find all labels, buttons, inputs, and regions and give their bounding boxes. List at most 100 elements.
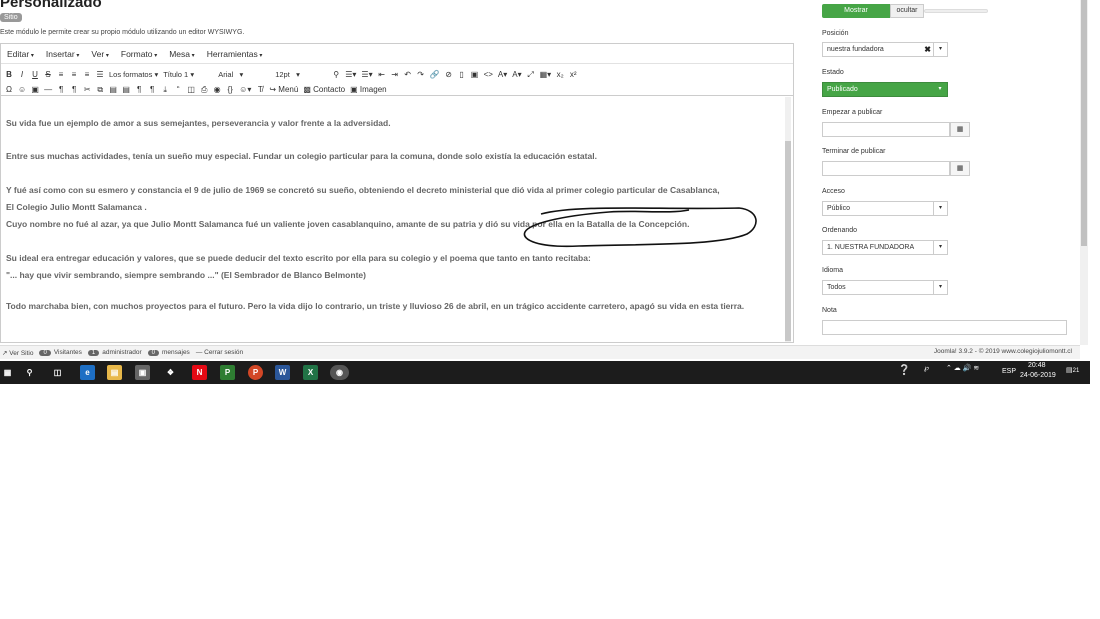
visitors-status[interactable]: 0 Visitantes — [39, 349, 82, 356]
emoticon-icon[interactable]: ☺ — [18, 85, 26, 94]
calendar-icon[interactable]: ▦ — [950, 161, 970, 176]
visual-chars-icon[interactable]: ¶ — [148, 85, 156, 94]
bullet-list-icon[interactable]: ☰▾ — [345, 70, 356, 79]
clock-date[interactable]: 24-06-2019 — [1020, 372, 1056, 379]
menu-editar[interactable]: Editar — [7, 49, 34, 59]
editor-scrollbar[interactable] — [785, 97, 791, 342]
media-icon[interactable]: ▣ — [31, 85, 39, 94]
heading-dropdown[interactable]: Título 1 ▾ — [163, 70, 213, 79]
nota-input[interactable] — [822, 320, 1067, 335]
windows-start-icon[interactable]: ▦ — [0, 365, 15, 380]
emoji-icon[interactable]: ☺▾ — [239, 85, 251, 94]
clear-format-icon[interactable]: T̸ — [256, 85, 264, 94]
menu-item-button[interactable]: ↪ Menú — [269, 85, 298, 94]
numbered-list-icon[interactable]: ☰▾ — [361, 70, 372, 79]
image-button[interactable]: ▣ Imagen — [350, 85, 386, 94]
start-publish-input[interactable] — [822, 122, 950, 137]
hide-toggle-button[interactable]: ocultar — [890, 4, 924, 18]
copy-icon[interactable]: ⧉ — [96, 85, 104, 95]
toggle-slider[interactable] — [924, 9, 988, 13]
cut-icon[interactable]: ✂ — [83, 85, 91, 94]
outdent-icon[interactable]: ⇤ — [378, 70, 386, 79]
excel-icon[interactable]: X — [303, 365, 318, 380]
netflix-icon[interactable]: N — [192, 365, 207, 380]
table-icon[interactable]: ▦▾ — [540, 70, 552, 79]
dropbox-icon[interactable]: ❖ — [163, 365, 178, 380]
chevron-down-icon[interactable]: ▾ — [933, 43, 947, 56]
menu-herramientas[interactable]: Herramientas — [207, 49, 263, 59]
editor-scrollbar-thumb[interactable] — [785, 141, 791, 341]
estado-select[interactable]: Publicado ▾ — [822, 82, 948, 97]
subscript-icon[interactable]: x₂ — [556, 70, 564, 79]
editor-content[interactable]: Su vida fue un ejemplo de amor a sus sem… — [1, 97, 783, 342]
print-icon[interactable]: ⎙ — [200, 85, 208, 95]
admin-status[interactable]: 1 administrador — [87, 349, 142, 356]
preview-icon[interactable]: ◉ — [213, 85, 221, 94]
task-view-icon[interactable]: ◫ — [50, 365, 65, 380]
image-icon[interactable]: ▣ — [471, 70, 479, 79]
menu-mesa[interactable]: Mesa — [169, 49, 194, 59]
align-center-icon[interactable]: ≡ — [70, 70, 78, 79]
align-right-icon[interactable]: ≡ — [83, 70, 91, 79]
omega-icon[interactable]: Ω — [5, 85, 13, 94]
link-icon[interactable]: 🔗 — [430, 70, 440, 79]
menu-formato[interactable]: Formato — [121, 49, 157, 59]
search-icon[interactable]: ⚲ — [22, 365, 37, 380]
ordenando-select[interactable]: 1. NUESTRA FUNDADORA ▾ — [822, 240, 948, 255]
bold-icon[interactable]: B — [5, 70, 13, 79]
strikethrough-icon[interactable]: S — [44, 70, 52, 79]
notifications-icon[interactable]: ▤21 — [1066, 366, 1079, 374]
calendar-icon[interactable]: ▦ — [950, 122, 970, 137]
rtl-icon[interactable]: ¶ — [70, 85, 78, 94]
idioma-select[interactable]: Todos ▾ — [822, 280, 948, 295]
unlink-icon[interactable]: ⊘ — [445, 70, 453, 79]
size-dropdown[interactable]: 12pt ▾ — [275, 70, 327, 79]
show-toggle-button[interactable]: Mostrar — [822, 4, 890, 18]
background-color-icon[interactable]: A▾ — [512, 70, 521, 79]
project-icon[interactable]: P — [220, 365, 235, 380]
underline-icon[interactable]: U — [31, 70, 39, 79]
system-tray-icons[interactable]: ⌃ ☁ 🔊 ≋ — [946, 364, 979, 372]
blockquote-icon[interactable]: “ — [174, 85, 182, 94]
font-dropdown[interactable]: Arial ▾ — [218, 70, 270, 79]
fullscreen-icon[interactable]: ⤢ — [527, 70, 535, 80]
contact-button[interactable]: ▩ Contacto — [303, 85, 345, 94]
clock-time[interactable]: 20:48 — [1028, 362, 1046, 369]
formats-dropdown[interactable]: Los formatos ▾ — [109, 70, 158, 79]
help-icon[interactable]: ❔ — [898, 365, 910, 376]
store-icon[interactable]: ▣ — [135, 365, 150, 380]
ltr-icon[interactable]: ¶ — [57, 85, 65, 94]
redo-icon[interactable]: ↷ — [417, 70, 425, 79]
indent-icon[interactable]: ⇥ — [391, 70, 399, 79]
chrome-icon[interactable]: ◉ — [330, 365, 349, 380]
language-indicator[interactable]: ESP — [1002, 368, 1016, 375]
file-explorer-icon[interactable]: ▤ — [107, 365, 122, 380]
paste-text-icon[interactable]: ▤ — [122, 85, 130, 94]
menu-ver[interactable]: Ver — [91, 49, 108, 59]
clear-icon[interactable]: ✖ — [924, 43, 931, 56]
align-left-icon[interactable]: ≡ — [57, 70, 65, 79]
messages-status[interactable]: 0 mensajes — [147, 349, 190, 356]
acceso-select[interactable]: Público ▾ — [822, 201, 948, 216]
text-color-icon[interactable]: A▾ — [498, 70, 507, 79]
code-icon[interactable]: <> — [484, 70, 493, 79]
menu-insertar[interactable]: Insertar — [46, 49, 80, 59]
insert-icon[interactable]: ⤓ — [161, 85, 169, 95]
edge-icon[interactable]: e — [80, 365, 95, 380]
superscript-icon[interactable]: x² — [569, 70, 577, 79]
view-site-link[interactable]: ↗ Ver Sitio — [2, 349, 33, 357]
find-icon[interactable]: ⚲ — [332, 70, 340, 79]
end-publish-input[interactable] — [822, 161, 950, 176]
logout-link[interactable]: — Cerrar sesión — [196, 349, 243, 356]
paste-icon[interactable]: ▤ — [109, 85, 117, 94]
align-justify-icon[interactable]: ☰ — [96, 70, 104, 79]
undo-icon[interactable]: ↶ — [404, 70, 412, 79]
template-icon[interactable]: ◫ — [187, 85, 195, 94]
page-scrollbar[interactable] — [1080, 0, 1088, 345]
word-icon[interactable]: W — [275, 365, 290, 380]
user-icon[interactable]: ℘ — [924, 364, 929, 372]
visual-blocks-icon[interactable]: ¶ — [135, 85, 143, 94]
bookmark-icon[interactable]: ▯ — [458, 70, 466, 79]
hr-icon[interactable]: — — [44, 85, 52, 94]
code-sample-icon[interactable]: {} — [226, 85, 234, 94]
